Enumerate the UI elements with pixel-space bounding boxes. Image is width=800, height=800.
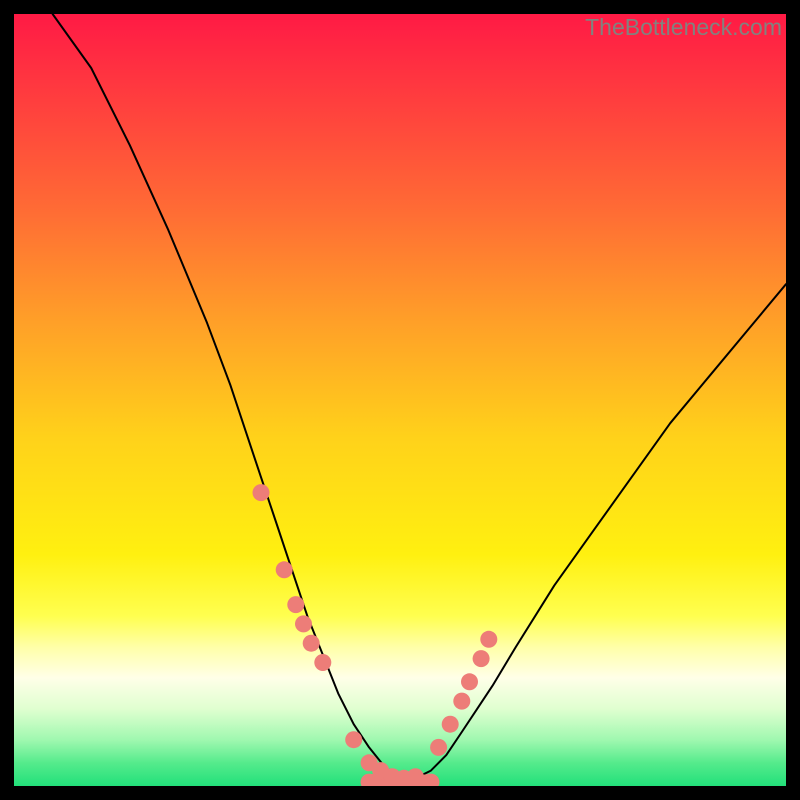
data-point xyxy=(314,654,331,671)
data-point xyxy=(442,716,459,733)
data-point xyxy=(453,693,470,710)
curve-right-curve xyxy=(385,284,786,784)
data-point xyxy=(287,596,304,613)
data-point xyxy=(461,673,478,690)
chart-curves xyxy=(14,14,786,786)
data-point xyxy=(480,631,497,648)
data-point xyxy=(303,635,320,652)
data-point xyxy=(253,484,270,501)
data-point xyxy=(430,739,447,756)
data-point xyxy=(295,615,312,632)
data-point xyxy=(345,731,362,748)
data-point xyxy=(276,561,293,578)
curve-left-curve xyxy=(53,14,416,784)
data-point xyxy=(407,768,424,785)
watermark-text: TheBottleneck.com xyxy=(585,14,782,41)
chart-plot-area xyxy=(14,14,786,786)
data-point xyxy=(473,650,490,667)
